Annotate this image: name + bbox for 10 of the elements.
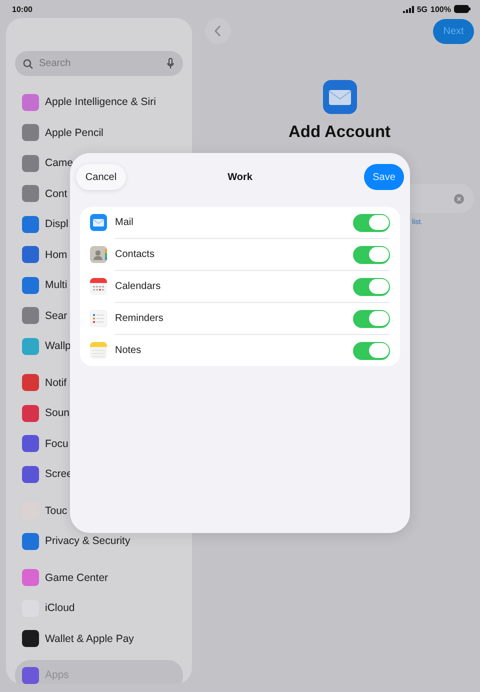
service-label: Notes: [115, 345, 142, 356]
sheet-title: Work: [228, 172, 252, 182]
service-label: Contacts: [115, 249, 156, 260]
status-time: 10:00: [12, 4, 32, 14]
service-label: Reminders: [115, 313, 164, 324]
page-title: Add Account: [287, 123, 392, 142]
service-label: Calendars: [115, 281, 162, 292]
network-label: 5G: [416, 4, 428, 14]
battery-percent: 100%: [430, 4, 451, 14]
service-label: Mail: [115, 217, 134, 228]
